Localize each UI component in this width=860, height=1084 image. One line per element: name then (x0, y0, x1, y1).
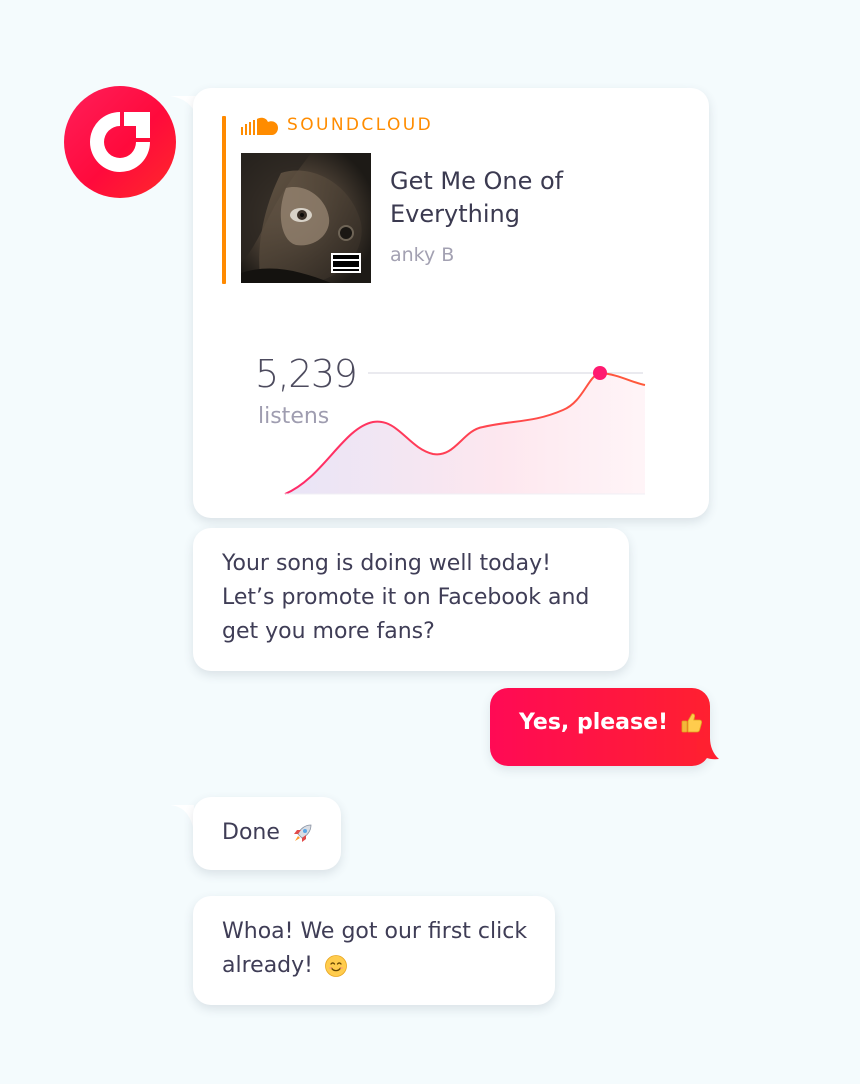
bot-message: Your song is doing well today! Let’s pro… (193, 528, 629, 671)
rocket-icon (293, 824, 312, 842)
bot-avatar (64, 86, 176, 198)
reply-text: Yes, please! (519, 710, 669, 735)
brand-logo-icon (90, 112, 150, 172)
chat-page: SOUNDCLOUD Get Me One of Everything anky… (0, 0, 860, 1084)
message-text: Your song is doing well today! Let’s pro… (222, 551, 590, 644)
bot-message: Whoa! We got our first click already! (193, 896, 555, 1005)
reply-tail (697, 738, 719, 760)
listens-label: listens (258, 404, 330, 429)
chart-peak-marker[interactable] (593, 366, 607, 380)
listens-chart (284, 366, 646, 495)
thumbs-up-icon (681, 713, 702, 733)
smiling-face-icon (325, 955, 347, 977)
message-text: Done (222, 820, 280, 845)
bot-message: Done (193, 797, 341, 870)
user-reply-bubble[interactable]: Yes, please! (490, 688, 710, 766)
message-text: Whoa! We got our first click already! (222, 919, 528, 978)
listens-count: 5,239 (255, 352, 358, 396)
soundcloud-card[interactable]: SOUNDCLOUD Get Me One of Everything anky… (193, 88, 709, 518)
